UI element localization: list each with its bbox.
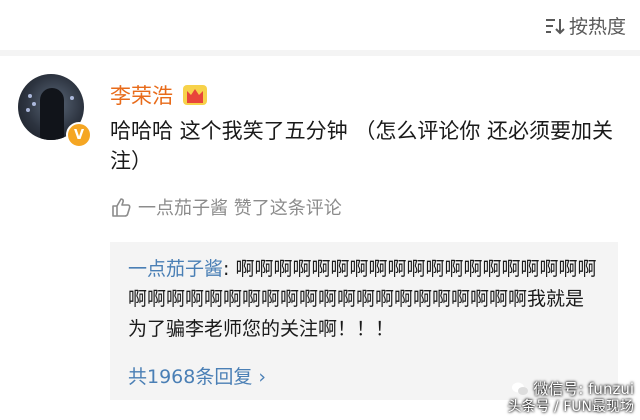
- sort-icon: [545, 18, 565, 34]
- view-replies-link[interactable]: 共1968条回复 ›: [128, 362, 266, 389]
- divider: [0, 50, 640, 56]
- verified-badge: V: [66, 122, 92, 148]
- reply-count-label[interactable]: 共1968条回复 ›: [128, 362, 266, 389]
- liked-by-text: 一点茄子酱 赞了这条评论: [138, 198, 342, 219]
- wechat-icon: [512, 382, 529, 395]
- reply-preview[interactable]: 一点茄子酱: 啊啊啊啊啊啊啊啊啊啊啊啊啊啊啊啊啊啊啊啊啊啊啊啊啊啊啊啊啊啊啊啊啊…: [110, 242, 618, 400]
- reply-author[interactable]: 一点茄子酱: [128, 258, 223, 280]
- sort-label: 按热度: [568, 16, 626, 38]
- comment-text: 哈哈哈 这个我笑了五分钟 （怎么评论你 还必须要加关注）: [110, 119, 614, 173]
- reply-text-block: 一点茄子酱: 啊啊啊啊啊啊啊啊啊啊啊啊啊啊啊啊啊啊啊啊啊啊啊啊啊啊啊啊啊啊啊啊啊…: [128, 254, 598, 344]
- watermark-wechat: 微信号: funzui: [533, 380, 634, 398]
- liked-by: 一点茄子酱 赞了这条评论: [110, 194, 342, 220]
- watermark-toutiao: 头条号 / FUN最现场: [507, 399, 634, 415]
- watermark: 微信号: funzui 头条号 / FUN最现场: [508, 380, 634, 416]
- comment-author[interactable]: 李荣浩: [110, 80, 209, 110]
- username[interactable]: 李荣浩: [110, 80, 173, 110]
- crown-icon: [183, 85, 207, 105]
- sort-by-hot-button[interactable]: 按热度: [543, 12, 626, 39]
- thumbs-up-icon[interactable]: [110, 196, 132, 218]
